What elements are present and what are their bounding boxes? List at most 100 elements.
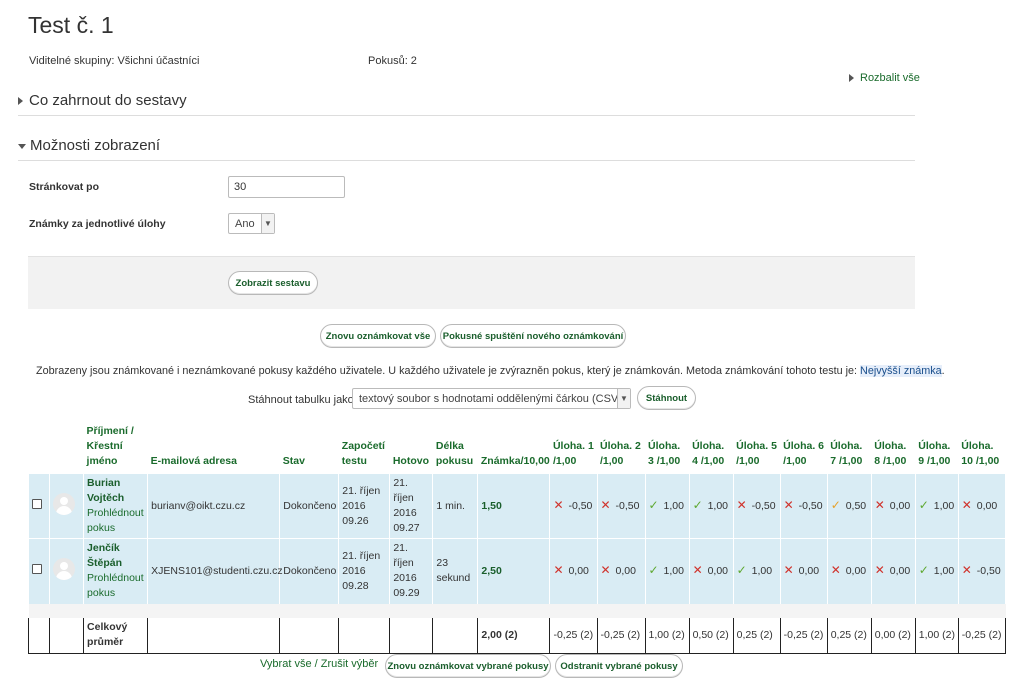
question-mark-value[interactable]: 1,00 (708, 500, 728, 512)
cell-state: Dokončeno (279, 473, 340, 539)
page-size-input[interactable] (228, 176, 345, 198)
cell-state: Dokončeno (279, 538, 340, 604)
question-mark-value[interactable]: 1,00 (934, 500, 954, 512)
question-mark-cell: ✓ 1,00 (915, 473, 959, 539)
header-q4[interactable]: Úloha. 4 /1,00 (689, 420, 733, 474)
chevron-down-icon: ▼ (261, 214, 274, 233)
cell-started: 21. říjen 2016 09.26 (338, 473, 391, 539)
page-title: Test č. 1 (28, 12, 114, 38)
select-all-link[interactable]: Vybrat vše (260, 658, 312, 670)
avatar[interactable] (53, 557, 76, 580)
header-q9[interactable]: Úloha. 9 /1,00 (915, 420, 958, 474)
cross-icon: ✕ (600, 498, 611, 512)
grade-link[interactable]: 1,50 (481, 500, 501, 512)
grading-method: Nejvyšší známka (860, 365, 942, 377)
page-size-label: Stránkovat po (29, 181, 100, 193)
header-state[interactable]: Stav (280, 420, 339, 474)
cross-icon: ✕ (874, 563, 885, 578)
dry-run-regrade-button[interactable]: Pokusné spuštění nového oznámkování (440, 324, 626, 348)
header-q7[interactable]: Úloha. 7 /1,00 (827, 420, 871, 474)
cross-icon: ✕ (553, 498, 564, 512)
question-mark-value[interactable]: 1,00 (934, 565, 954, 577)
check-icon: ✓ (648, 498, 659, 512)
header-q8[interactable]: Úloha. 8 /1,00 (871, 420, 915, 474)
question-mark-value[interactable]: -0,50 (616, 500, 640, 512)
download-format-select[interactable]: textový soubor s hodnotami oddělenými čá… (352, 388, 631, 409)
header-q2[interactable]: Úloha. 2 /1,00 (597, 420, 645, 474)
show-report-button[interactable]: Zobrazit sestavu (228, 271, 318, 295)
question-mark-cell: ✓ 0,50 (827, 473, 872, 539)
cross-icon: ✕ (783, 498, 794, 512)
header-finished[interactable]: Hotovo (390, 420, 433, 474)
expand-all-link[interactable]: Rozbalit vše (849, 72, 920, 84)
cross-icon: ✕ (553, 563, 564, 578)
question-mark-value[interactable]: 1,00 (664, 565, 684, 577)
question-mark-value[interactable]: 0,00 (977, 500, 997, 512)
question-mark-cell: ✕ -0,50 (958, 538, 1007, 604)
question-mark-cell: ✕ 0,00 (871, 538, 916, 604)
marks-per-question-select[interactable]: Ano ▼ (228, 213, 275, 234)
question-mark-value[interactable]: -0,50 (799, 500, 823, 512)
row-checkbox[interactable] (31, 498, 42, 509)
collapsed-triangle-icon (18, 97, 23, 106)
question-mark-value[interactable]: 0,00 (890, 565, 910, 577)
header-q5[interactable]: Úloha. 5 /1,00 (733, 420, 780, 474)
header-q1[interactable]: Úloha. 1 /1,00 (550, 420, 597, 474)
attempts-count: Pokusů: 2 (368, 55, 417, 67)
question-mark-cell: ✕ 0,00 (689, 538, 734, 604)
row-checkbox[interactable] (31, 563, 42, 574)
question-mark-value[interactable]: -0,50 (752, 500, 776, 512)
visible-groups-text: Viditelné skupiny: Všichni účastníci (29, 55, 200, 67)
deselect-all-link[interactable]: Zrušit výběr (321, 658, 378, 670)
header-email[interactable]: E-mailová adresa (148, 420, 280, 474)
review-attempt-link[interactable]: Prohlédnout pokus (87, 571, 145, 601)
header-started[interactable]: Započetí testu (339, 420, 390, 474)
user-name-link[interactable]: Jenčík Štěpán (87, 541, 145, 571)
question-mark-cell: ✕ -0,50 (780, 473, 828, 539)
table-row: Jenčík Štěpán Prohlédnout pokus XJENS101@… (28, 538, 1007, 604)
question-mark-cell: ✕ -0,50 (733, 473, 781, 539)
question-mark-value[interactable]: 1,00 (664, 500, 684, 512)
section-include[interactable]: Co zahrnout do sestavy (18, 92, 915, 116)
header-grade[interactable]: Známka/10,00 (478, 420, 550, 474)
question-mark-value[interactable]: 0,00 (708, 565, 728, 577)
question-mark-value[interactable]: 0,00 (846, 565, 866, 577)
header-q10[interactable]: Úloha. 10 /1,00 (958, 420, 1005, 474)
cross-icon: ✕ (961, 563, 972, 578)
table-row: Burian Vojtěch Prohlédnout pokus burianv@… (28, 473, 1007, 539)
question-mark-value[interactable]: 0,00 (799, 565, 819, 577)
question-mark-value[interactable]: 0,00 (890, 500, 910, 512)
header-name[interactable]: Příjmení / Křestní jméno (84, 420, 148, 474)
attempts-table: Příjmení / Křestní jméno E-mailová adres… (27, 420, 1007, 654)
avatar[interactable] (53, 492, 76, 515)
regrade-selected-button[interactable]: Znovu oznámkovat vybrané pokusy (385, 654, 551, 678)
cell-finished: 21. říjen 2016 09.27 (389, 473, 434, 539)
header-duration[interactable]: Délka pokusu (433, 420, 478, 474)
question-mark-cell: ✕ 0,00 (958, 473, 1007, 539)
delete-selected-button[interactable]: Odstranit vybrané pokusy (555, 654, 683, 678)
question-mark-value[interactable]: -0,50 (977, 565, 1001, 577)
grade-link[interactable]: 2,50 (481, 565, 501, 577)
question-mark-cell: ✕ -0,50 (597, 473, 646, 539)
question-mark-value[interactable]: 0,00 (616, 565, 636, 577)
cell-email: burianv@oikt.czu.cz (147, 473, 281, 539)
download-button[interactable]: Stáhnout (637, 386, 696, 410)
question-mark-cell: ✓ 1,00 (689, 473, 734, 539)
cross-icon: ✕ (961, 498, 972, 512)
average-q: -0,25 (2) (549, 617, 598, 654)
cell-email: XJENS101@studenti.czu.cz (147, 538, 283, 604)
question-mark-value[interactable]: 0,00 (568, 565, 588, 577)
header-q6[interactable]: Úloha. 6 /1,00 (780, 420, 827, 474)
question-mark-cell: ✓ 1,00 (915, 538, 959, 604)
average-q: -0,25 (2) (957, 617, 1007, 654)
user-name-link[interactable]: Burian Vojtěch (87, 476, 145, 506)
header-q3[interactable]: Úloha. 3 /1,00 (645, 420, 689, 474)
cell-finished: 21. říjen 2016 09.29 (389, 538, 434, 604)
review-attempt-link[interactable]: Prohlédnout pokus (87, 506, 145, 536)
regrade-all-button[interactable]: Znovu oznámkovat vše (320, 324, 436, 348)
question-mark-value[interactable]: 1,00 (752, 565, 772, 577)
section-display-options[interactable]: Možnosti zobrazení (18, 137, 915, 161)
question-mark-value[interactable]: -0,50 (568, 500, 592, 512)
check-icon: ✓ (692, 498, 703, 512)
question-mark-value[interactable]: 0,50 (846, 500, 866, 512)
